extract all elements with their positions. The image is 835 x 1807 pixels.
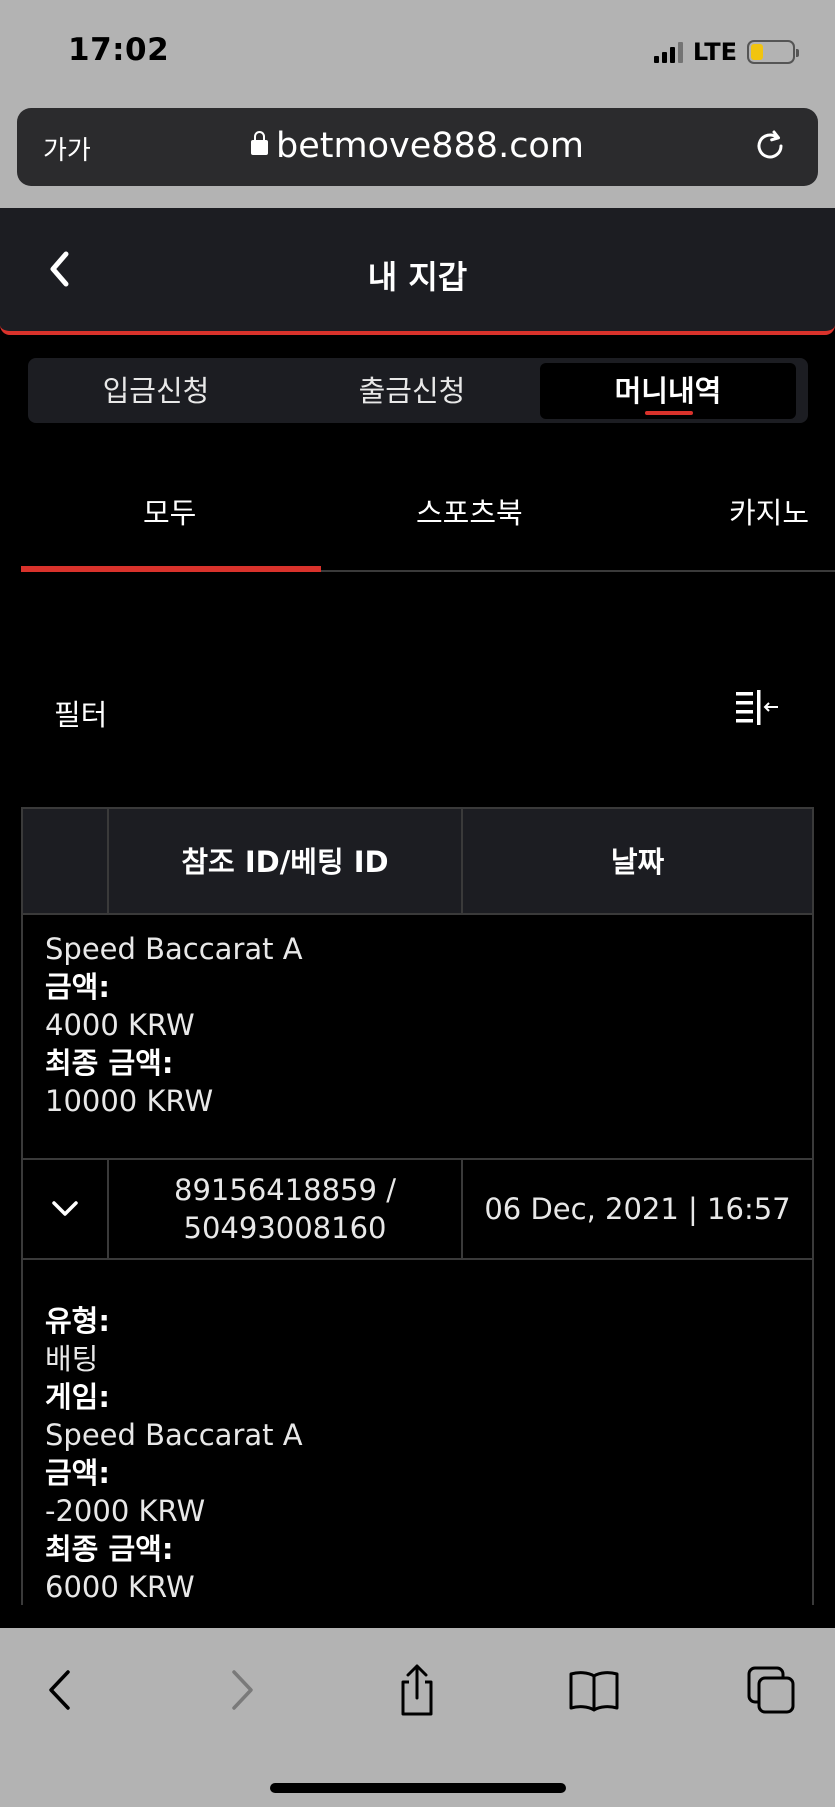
browser-forward-icon[interactable] bbox=[212, 1662, 268, 1718]
table-row[interactable]: 89156418859 / 50493008160 06 Dec, 2021 |… bbox=[23, 1158, 812, 1260]
tab-all[interactable]: 모두 bbox=[143, 490, 196, 532]
status-bar: 17:02 LTE bbox=[0, 0, 835, 108]
detail-key: 금액: bbox=[45, 1456, 110, 1490]
chevron-down-icon bbox=[52, 1201, 78, 1216]
tab-money-history-label: 머니내역 bbox=[614, 374, 722, 408]
browser-back-icon[interactable] bbox=[34, 1662, 90, 1718]
active-segment-indicator bbox=[645, 411, 693, 415]
page-title: 내 지갑 bbox=[367, 258, 468, 296]
column-header-date: 날짜 bbox=[610, 845, 665, 879]
lock-icon bbox=[251, 131, 269, 155]
row-detail: 유형: 배팅 게임: Speed Baccarat A 금액: -2000 KR… bbox=[23, 1302, 812, 1605]
reload-icon[interactable] bbox=[752, 128, 788, 164]
row-detail-previous: Speed Baccarat A 금액: 4000 KRW 최종 금액: 100… bbox=[23, 930, 812, 1120]
tab-money-history[interactable]: 머니내역 bbox=[540, 363, 796, 419]
tab-withdraw-request[interactable]: 출금신청 bbox=[284, 363, 540, 419]
ref-id: 89156418859 / bbox=[174, 1173, 396, 1207]
network-label: LTE bbox=[692, 38, 737, 66]
status-indicators: LTE bbox=[653, 38, 799, 66]
date-cell: 06 Dec, 2021 | 16:57 bbox=[484, 1192, 791, 1226]
filter-toggle-icon[interactable] bbox=[734, 688, 780, 728]
detail-key: 게임: bbox=[45, 1380, 110, 1414]
money-history-table[interactable]: 참조 ID/베팅 ID 날짜 Speed Baccarat A 금액: 4000… bbox=[21, 807, 814, 1605]
cellular-signal-icon bbox=[653, 41, 683, 63]
wallet-segment-control: 입금신청 출금신청 머니내역 bbox=[28, 358, 808, 423]
tabs-icon[interactable] bbox=[744, 1662, 800, 1718]
detail-value: Speed Baccarat A bbox=[45, 1418, 303, 1452]
detail-value: 10000 KRW bbox=[45, 1084, 214, 1118]
detail-value: 4000 KRW bbox=[45, 1008, 195, 1042]
tab-deposit-request[interactable]: 입금신청 bbox=[28, 363, 284, 419]
detail-value: 배팅 bbox=[45, 1342, 99, 1376]
tab-casino[interactable]: 카지노 bbox=[729, 490, 809, 532]
url-text: betmove888.com bbox=[276, 126, 584, 166]
active-category-indicator bbox=[21, 566, 321, 572]
url-display[interactable]: betmove888.com bbox=[17, 126, 818, 166]
detail-value: 6000 KRW bbox=[45, 1570, 195, 1604]
column-header-ref-id: 참조 ID/베팅 ID bbox=[181, 845, 389, 879]
app-header: 내 지갑 bbox=[0, 208, 835, 335]
expand-toggle[interactable] bbox=[23, 1160, 107, 1258]
browser-address-area: 가가 betmove888.com bbox=[0, 108, 835, 208]
detail-key: 최종 금액: bbox=[45, 1046, 174, 1080]
tab-sportsbook[interactable]: 스포츠북 bbox=[416, 490, 523, 532]
address-bar[interactable]: 가가 betmove888.com bbox=[17, 108, 818, 186]
content-bottom-edge bbox=[0, 1605, 835, 1628]
detail-key: 유형: bbox=[45, 1304, 110, 1338]
home-indicator[interactable] bbox=[270, 1783, 566, 1793]
category-tabs: 모두 스포츠북 카지노 bbox=[21, 460, 835, 572]
bookmarks-icon[interactable] bbox=[566, 1662, 622, 1718]
filter-label[interactable]: 필터 bbox=[54, 692, 107, 734]
table-header: 참조 ID/베팅 ID 날짜 bbox=[23, 807, 812, 915]
detail-key: 금액: bbox=[45, 970, 110, 1004]
detail-value: -2000 KRW bbox=[45, 1494, 206, 1528]
battery-icon bbox=[747, 40, 799, 64]
bet-id: 50493008160 bbox=[183, 1211, 387, 1245]
ref-bet-id-cell: 89156418859 / 50493008160 bbox=[109, 1160, 461, 1258]
browser-toolbar bbox=[0, 1628, 835, 1807]
detail-value: Speed Baccarat A bbox=[45, 932, 303, 966]
status-time: 17:02 bbox=[68, 32, 170, 68]
share-icon[interactable] bbox=[389, 1662, 445, 1718]
detail-key: 최종 금액: bbox=[45, 1532, 174, 1566]
